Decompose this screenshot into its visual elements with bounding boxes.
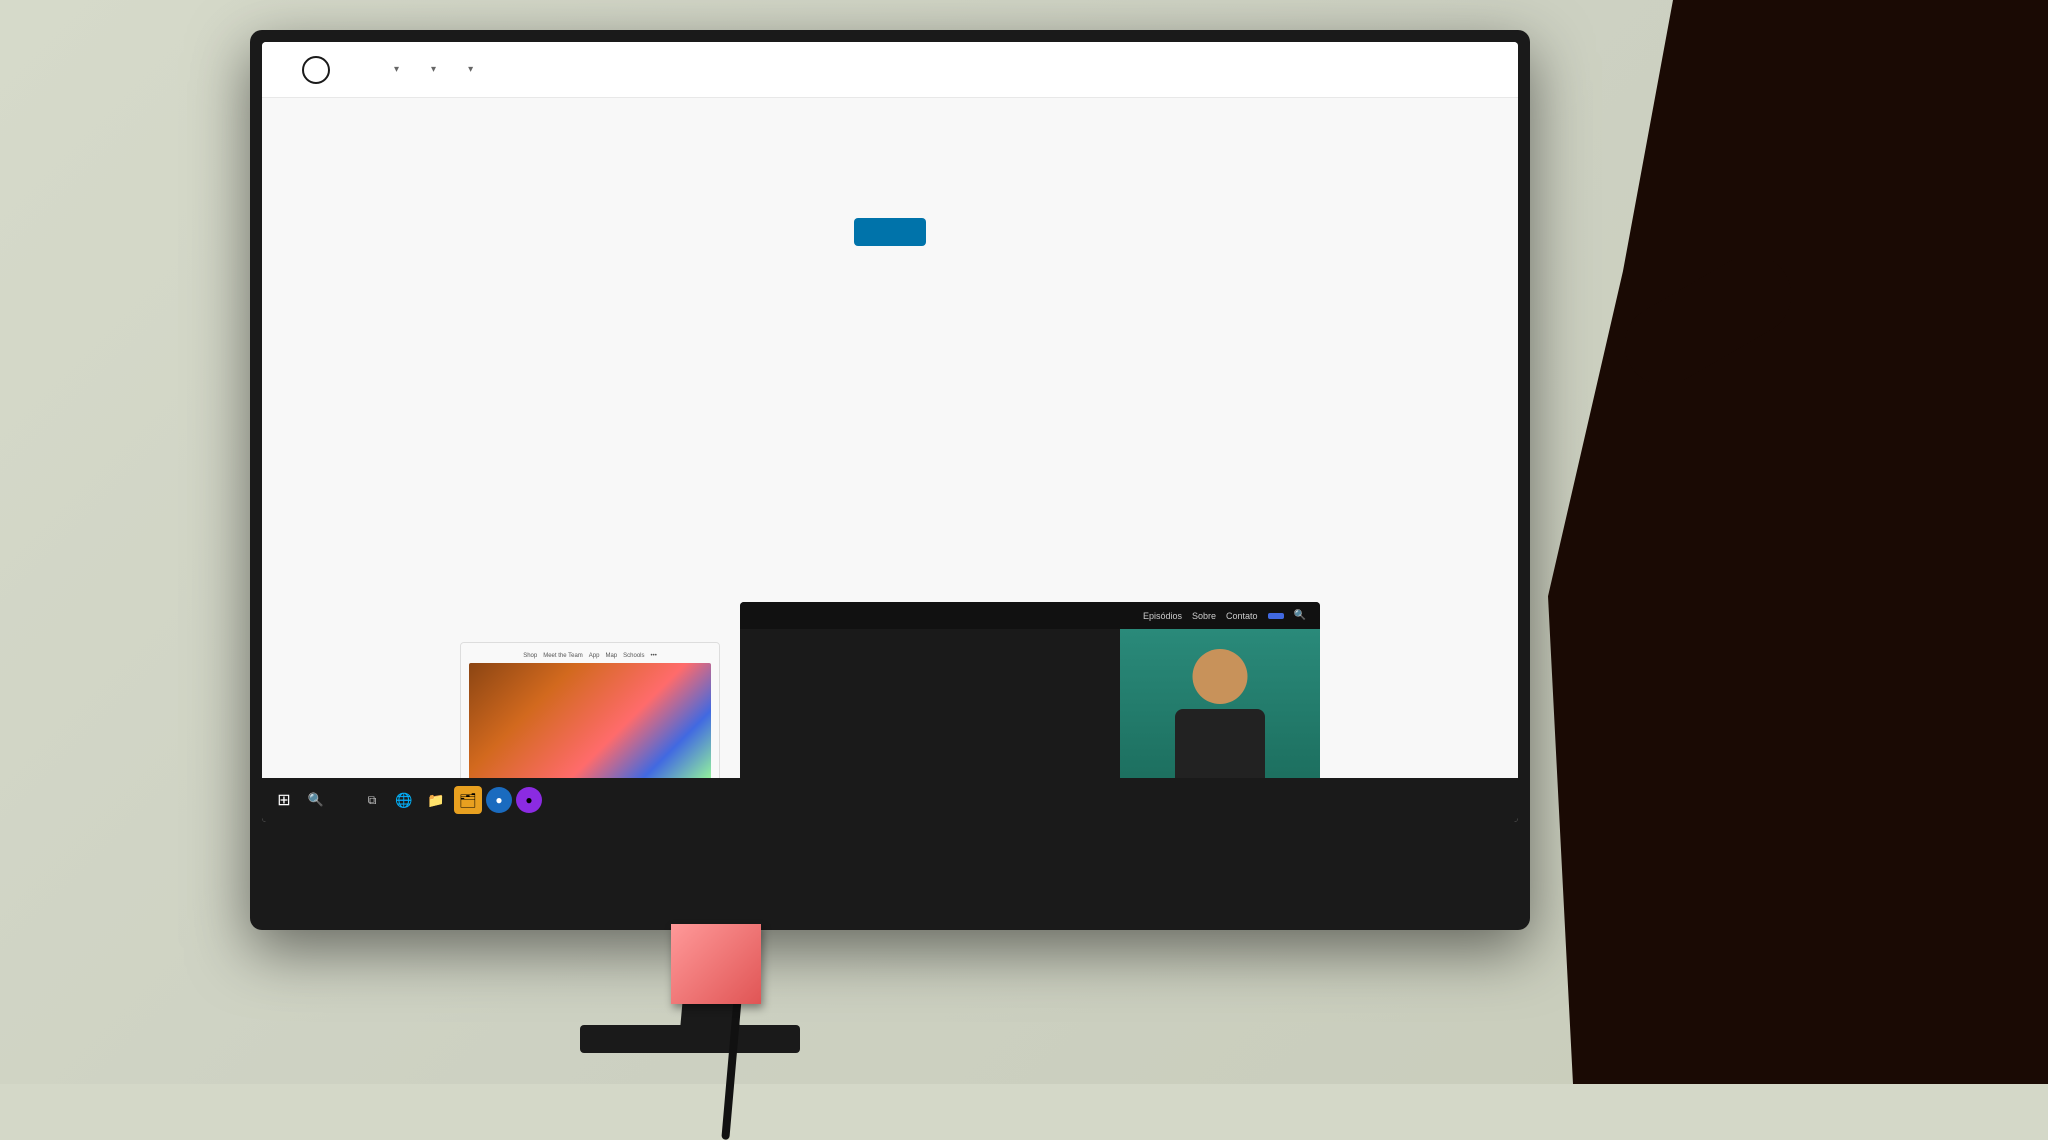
ks-link-shop: Shop (523, 653, 537, 659)
monitor-shell: ▾ ▾ ▾ (250, 30, 1530, 930)
nav-products-chevron: ▾ (394, 64, 399, 75)
resumido-search-icon[interactable]: 🔍 (1294, 610, 1306, 621)
taskbar-folder-icon[interactable]: 🗂 (454, 786, 482, 814)
hero-section: Shop Meet the Team App Map Schools ••• (262, 98, 1518, 822)
person-head (1193, 649, 1248, 704)
resumido-nav-links: Episódios Sobre Contato 🔍 (1143, 610, 1306, 621)
kelsey-art-image (469, 663, 711, 783)
taskbar: ⊞ 🔍 ⧉ 🌐 📁 🗂 ● ● (262, 778, 1518, 822)
nav-products[interactable]: ▾ (378, 58, 411, 81)
resumido-episodes: Episódios (1143, 611, 1182, 621)
monitor-stand-base (580, 1025, 800, 1053)
start-website-button[interactable] (854, 218, 926, 246)
taskbar-start[interactable]: ⊞ (270, 786, 298, 814)
monitor-bezel (262, 822, 1518, 910)
ks-link-dots: ••• (651, 653, 657, 659)
ks-link-app: App (589, 653, 600, 659)
resumido-cta[interactable] (1268, 613, 1284, 619)
ks-link-schools: Schools (623, 653, 644, 659)
taskbar-search[interactable]: 🔍 (302, 786, 330, 814)
taskbar-chrome-icon[interactable]: 🌐 (390, 786, 418, 814)
wp-logo-icon (302, 56, 330, 84)
ks-link-team: Meet the Team (543, 653, 583, 659)
taskbar-multitask-icon[interactable]: ⧉ (358, 786, 386, 814)
wordpress-site: ▾ ▾ ▾ (262, 42, 1518, 822)
monitor-screen: ▾ ▾ ▾ (262, 42, 1518, 822)
wordpress-logo[interactable] (302, 56, 338, 84)
nav-plans-pricing[interactable] (489, 64, 513, 76)
nav-resources-chevron: ▾ (468, 64, 473, 75)
taskbar-files-icon[interactable]: 📁 (422, 786, 450, 814)
kelsey-art-links: Shop Meet the Team App Map Schools ••• (469, 653, 711, 659)
taskbar-app2-icon[interactable]: ● (516, 787, 542, 813)
nav-links: ▾ ▾ ▾ (378, 58, 1478, 81)
sticky-note (671, 924, 761, 1004)
nav-features-chevron: ▾ (431, 64, 436, 75)
nav-resources[interactable]: ▾ (452, 58, 485, 81)
person-background (1448, 0, 2048, 1084)
resumido-nav: Episódios Sobre Contato 🔍 (740, 602, 1320, 629)
nav-features[interactable]: ▾ (415, 58, 448, 81)
resumido-sobre: Sobre (1192, 611, 1216, 621)
taskbar-app1-icon[interactable]: ● (486, 787, 512, 813)
site-nav: ▾ ▾ ▾ (262, 42, 1518, 98)
person-silhouette (1548, 0, 2048, 1084)
ks-link-map: Map (605, 653, 617, 659)
resumido-contato: Contato (1226, 611, 1258, 621)
